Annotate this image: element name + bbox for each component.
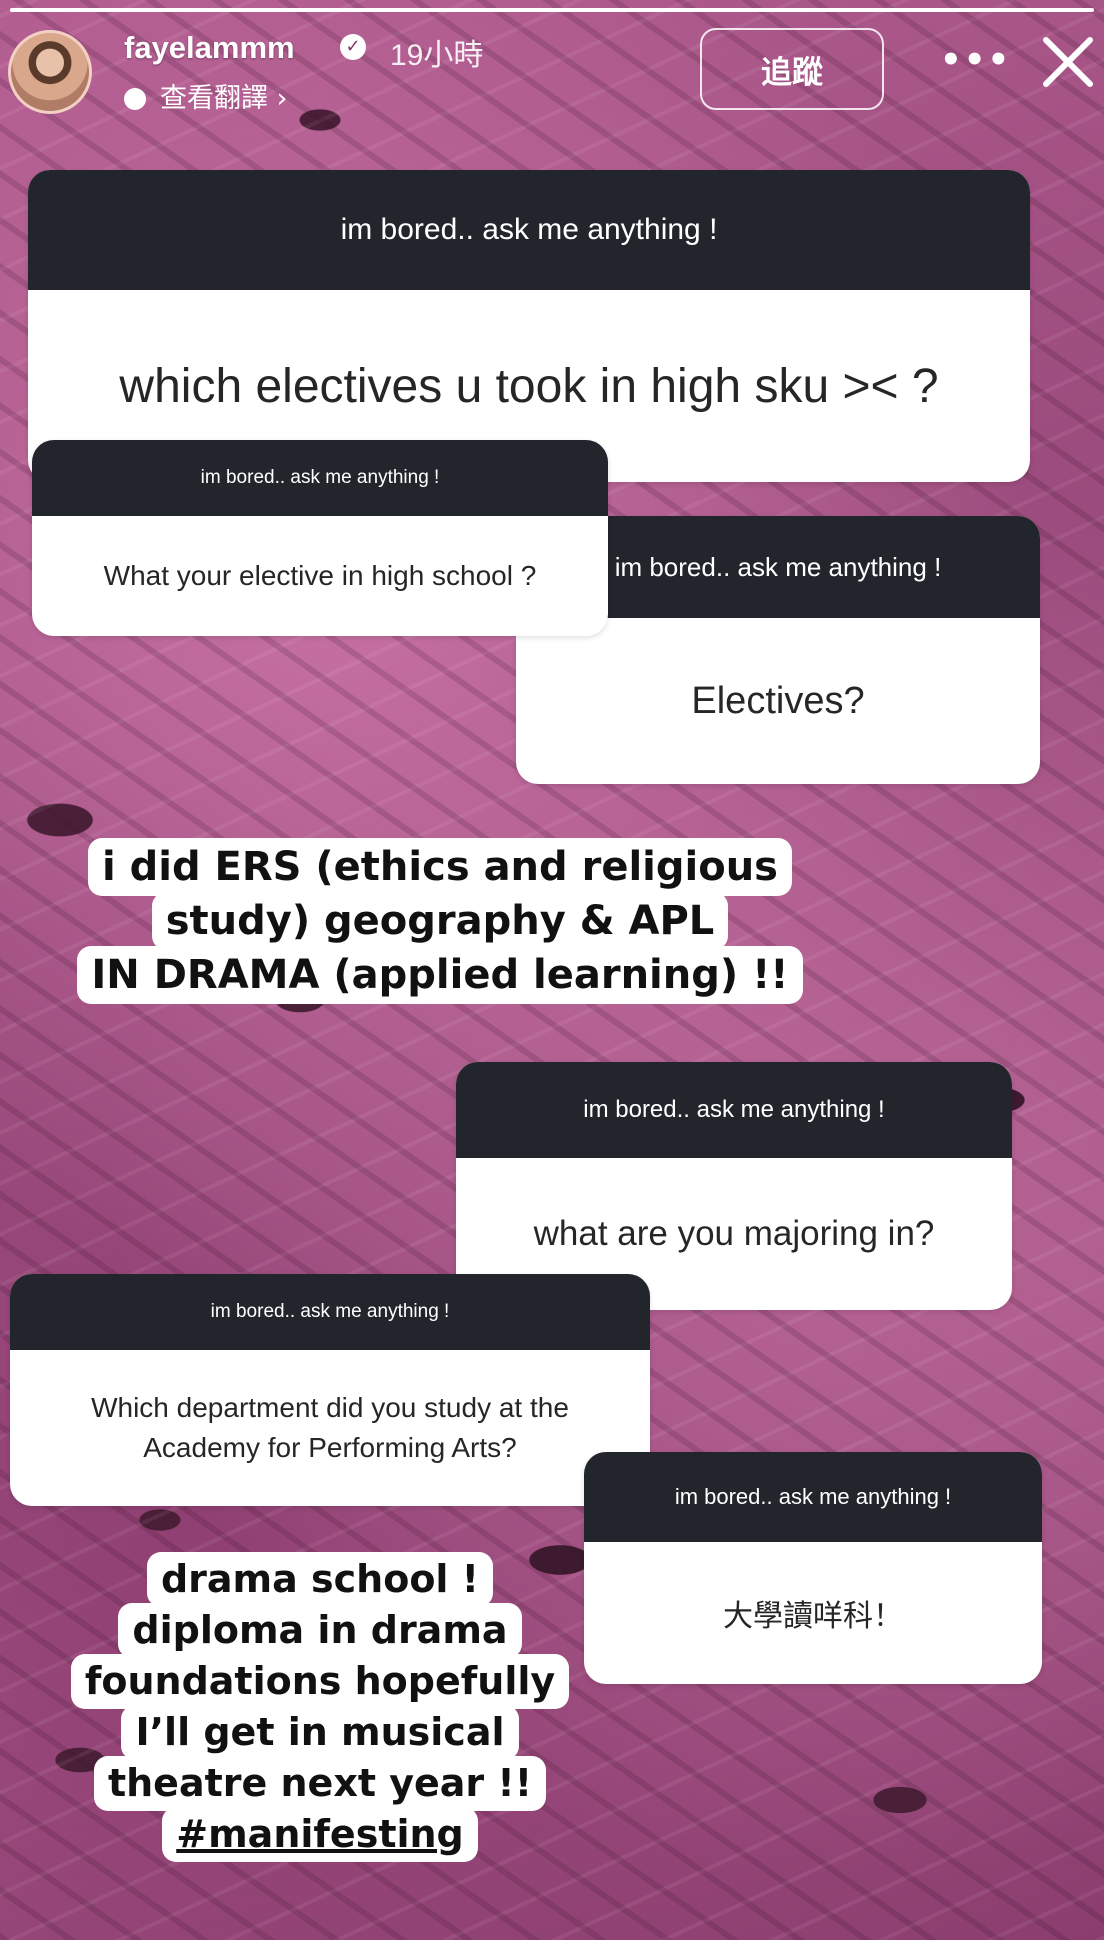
answer-line: IN DRAMA (applied learning) !! <box>77 946 803 1004</box>
answer-line: drama school ! <box>146 1552 494 1607</box>
answer-line: foundations hopefully <box>70 1654 570 1709</box>
question-sticker: im bored.. ask me anything ! Which depar… <box>10 1274 650 1506</box>
answer-line: theatre next year !! <box>93 1756 547 1811</box>
question-text: Which department did you study at the Ac… <box>91 1392 569 1463</box>
verified-badge-icon: ✓ <box>340 34 366 60</box>
avatar[interactable] <box>8 30 92 114</box>
question-text: Electives? <box>691 679 865 722</box>
post-time: 19小時 <box>390 39 484 72</box>
question-sticker: im bored.. ask me anything ! which elect… <box>28 170 1030 482</box>
answer-text: i did ERS (ethics and religious study) g… <box>40 838 840 1004</box>
answer-line: i did ERS (ethics and religious <box>88 838 792 896</box>
question-sticker-header: im bored.. ask me anything ! <box>32 440 608 516</box>
answer-line: I’ll get in musical <box>121 1705 519 1760</box>
question-sticker-header: im bored.. ask me anything ! <box>28 170 1030 290</box>
translate-icon <box>124 88 146 110</box>
question-sticker-header: im bored.. ask me anything ! <box>456 1062 1012 1158</box>
question-sticker: im bored.. ask me anything ! what are yo… <box>456 1062 1012 1310</box>
question-sticker-header: im bored.. ask me anything ! <box>10 1274 650 1350</box>
follow-button[interactable]: 追蹤 <box>700 28 884 110</box>
hashtag-link[interactable]: #manifesting <box>162 1807 478 1862</box>
more-options-icon[interactable]: ••• <box>940 40 1011 80</box>
question-sticker-header: im bored.. ask me anything ! <box>584 1452 1042 1542</box>
question-sticker: im bored.. ask me anything ! What your e… <box>32 440 608 636</box>
translate-label: 查看翻譯 › <box>160 83 288 114</box>
username[interactable]: fayelammm <box>124 30 295 66</box>
story-header: fayelammm ✓ 19小時 查看翻譯 › 追蹤 ••• <box>0 0 1104 120</box>
question-text: What your elective in high school ? <box>103 560 537 591</box>
answer-text: drama school ! diploma in drama foundati… <box>40 1552 600 1862</box>
question-text: 大學讀咩科！ <box>723 1600 903 1633</box>
close-icon[interactable] <box>1036 30 1100 94</box>
answer-line: diploma in drama <box>118 1603 522 1658</box>
see-translation-link[interactable]: 查看翻譯 › <box>124 76 287 115</box>
answer-line: study) geography & APL <box>151 892 729 950</box>
question-sticker: im bored.. ask me anything ! 大學讀咩科！ <box>584 1452 1042 1684</box>
